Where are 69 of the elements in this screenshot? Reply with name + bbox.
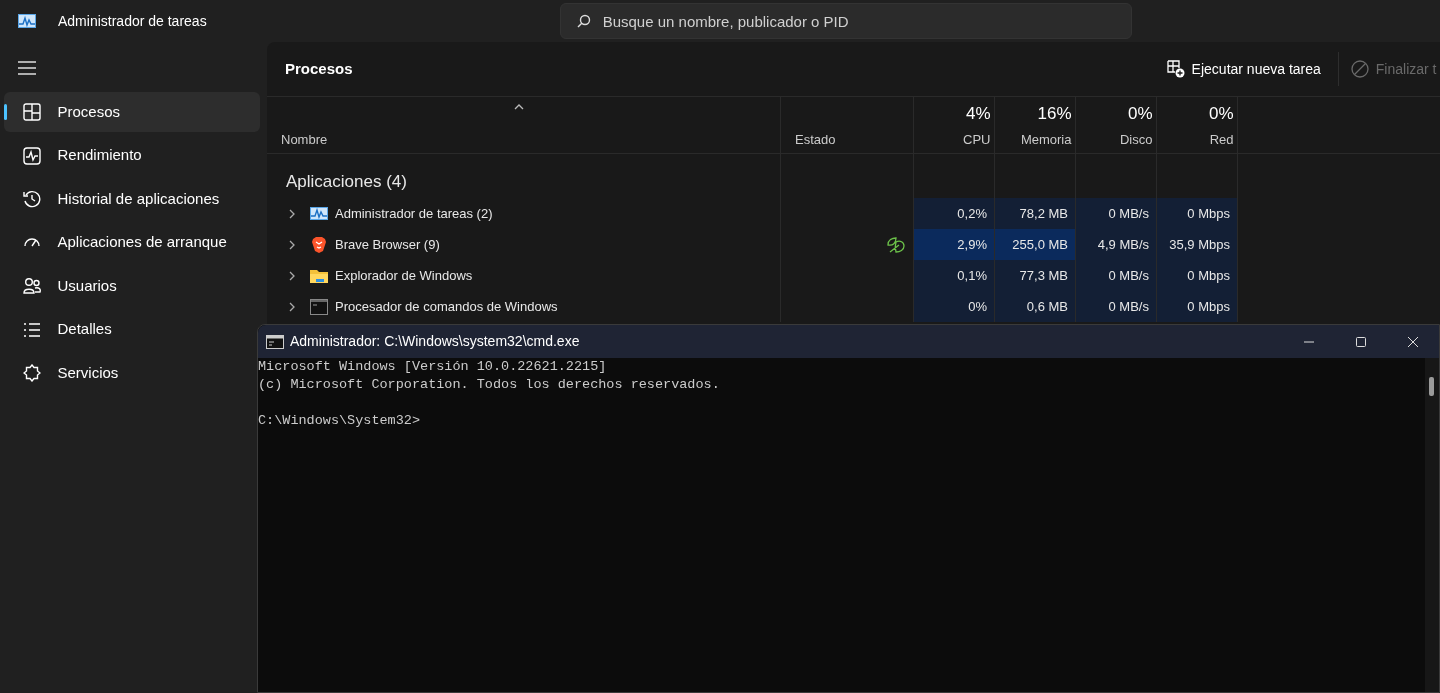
sidebar-item[interactable]: Usuarios bbox=[3, 266, 260, 306]
toolbar-button[interactable]: Ejecutar nueva tarea bbox=[1163, 55, 1325, 83]
history-icon bbox=[22, 190, 41, 208]
list-icon bbox=[22, 320, 41, 339]
table-cell-text: 0 MB/s bbox=[1108, 266, 1149, 285]
chevron-right-icon[interactable] bbox=[289, 208, 295, 219]
column-header[interactable]: Disco bbox=[1120, 130, 1153, 150]
users-icon bbox=[22, 277, 41, 295]
console-prompt: C:\Windows\System32> bbox=[258, 412, 422, 430]
chevron-right-icon[interactable] bbox=[289, 301, 295, 312]
maximize-icon bbox=[1355, 335, 1367, 348]
process-name[interactable]: Administrador de tareas (2) bbox=[335, 203, 493, 224]
table-cell-text: 0 Mbps bbox=[1187, 266, 1230, 285]
sidebar-item[interactable]: Historial de aplicaciones bbox=[3, 179, 260, 219]
lion-shield-icon bbox=[310, 235, 328, 254]
table-cell-text: 0,2% bbox=[957, 204, 987, 223]
chevron-right-icon[interactable] bbox=[289, 239, 295, 250]
sidebar-item[interactable]: Aplicaciones de arranque bbox=[3, 222, 260, 263]
table-cell-text: 0,6 MB bbox=[1026, 297, 1068, 316]
gear-icon bbox=[22, 364, 41, 382]
table-cell-text: 0 MB/s bbox=[1108, 297, 1149, 316]
search-field[interactable]: Busque un nombre, publicador o PID bbox=[559, 3, 1132, 39]
table-cell-text: 0 MB/s bbox=[1108, 204, 1149, 223]
add-task-icon bbox=[1166, 60, 1185, 78]
scrollbar[interactable] bbox=[1425, 358, 1439, 692]
console-line: Microsoft Windows [Versión 10.0.22621.2215] bbox=[258, 358, 608, 376]
app-icon bbox=[310, 204, 328, 223]
sidebar-item[interactable]: Servicios bbox=[3, 353, 260, 393]
menu-icon bbox=[18, 61, 36, 76]
column-header[interactable]: Memoria bbox=[1020, 130, 1072, 150]
search-icon bbox=[576, 14, 591, 28]
column-total: 4% bbox=[965, 102, 991, 125]
column-total: 0% bbox=[1208, 102, 1234, 125]
table-cell-text: 78,2 MB bbox=[1019, 204, 1068, 223]
pulse-chart-icon bbox=[22, 146, 41, 165]
console-line: (c) Microsoft Corporation. Todos los derechos reservados. bbox=[258, 376, 721, 394]
process-name[interactable]: Explorador de Windows bbox=[335, 265, 473, 286]
table-cell-text: 0,1% bbox=[957, 266, 987, 285]
page-title: Procesos bbox=[285, 58, 353, 79]
process-name[interactable]: Brave Browser (9) bbox=[335, 234, 440, 255]
close-icon bbox=[1407, 335, 1419, 348]
column-header[interactable]: Nombre bbox=[281, 130, 780, 150]
table-cell-text: 77,3 MB bbox=[1019, 266, 1068, 285]
chevron-right-icon[interactable] bbox=[289, 270, 295, 281]
group-heading: Aplicaciones (4) bbox=[286, 170, 407, 193]
process-name[interactable]: Procesador de comandos de Windows bbox=[335, 296, 558, 317]
prohibited-icon bbox=[1350, 60, 1369, 78]
sidebar-item[interactable]: Detalles bbox=[3, 309, 260, 350]
column-header[interactable]: Red bbox=[1209, 130, 1234, 150]
scrollbar-thumb[interactable] bbox=[1429, 377, 1434, 396]
column-header[interactable]: Estado bbox=[795, 130, 913, 150]
sidebar-item[interactable]: Procesos bbox=[3, 92, 260, 132]
console-icon bbox=[266, 334, 284, 349]
app-icon bbox=[18, 14, 36, 28]
window-title: Administrador de tareas bbox=[58, 11, 207, 31]
terminal-icon bbox=[310, 297, 328, 316]
sidebar-item[interactable]: Rendimiento bbox=[3, 135, 260, 176]
table-cell-text: 0 Mbps bbox=[1187, 204, 1230, 223]
table-cell-text: 4,9 MB/s bbox=[1097, 235, 1149, 254]
table-cell-text: 35,9 Mbps bbox=[1169, 235, 1230, 254]
column-total: 0% bbox=[1127, 102, 1153, 125]
table-cell-text: 255,0 MB bbox=[1012, 235, 1068, 254]
table-cell-text: 0% bbox=[968, 297, 987, 316]
console-title: Administrador: C:\Windows\system32\cmd.exe bbox=[290, 332, 580, 351]
table-cell-text: 0 Mbps bbox=[1187, 297, 1230, 316]
column-header[interactable]: CPU bbox=[963, 130, 991, 150]
table-cell-text: 2,9% bbox=[957, 235, 987, 254]
column-total: 16% bbox=[1037, 102, 1072, 125]
grid-icon bbox=[22, 103, 41, 121]
